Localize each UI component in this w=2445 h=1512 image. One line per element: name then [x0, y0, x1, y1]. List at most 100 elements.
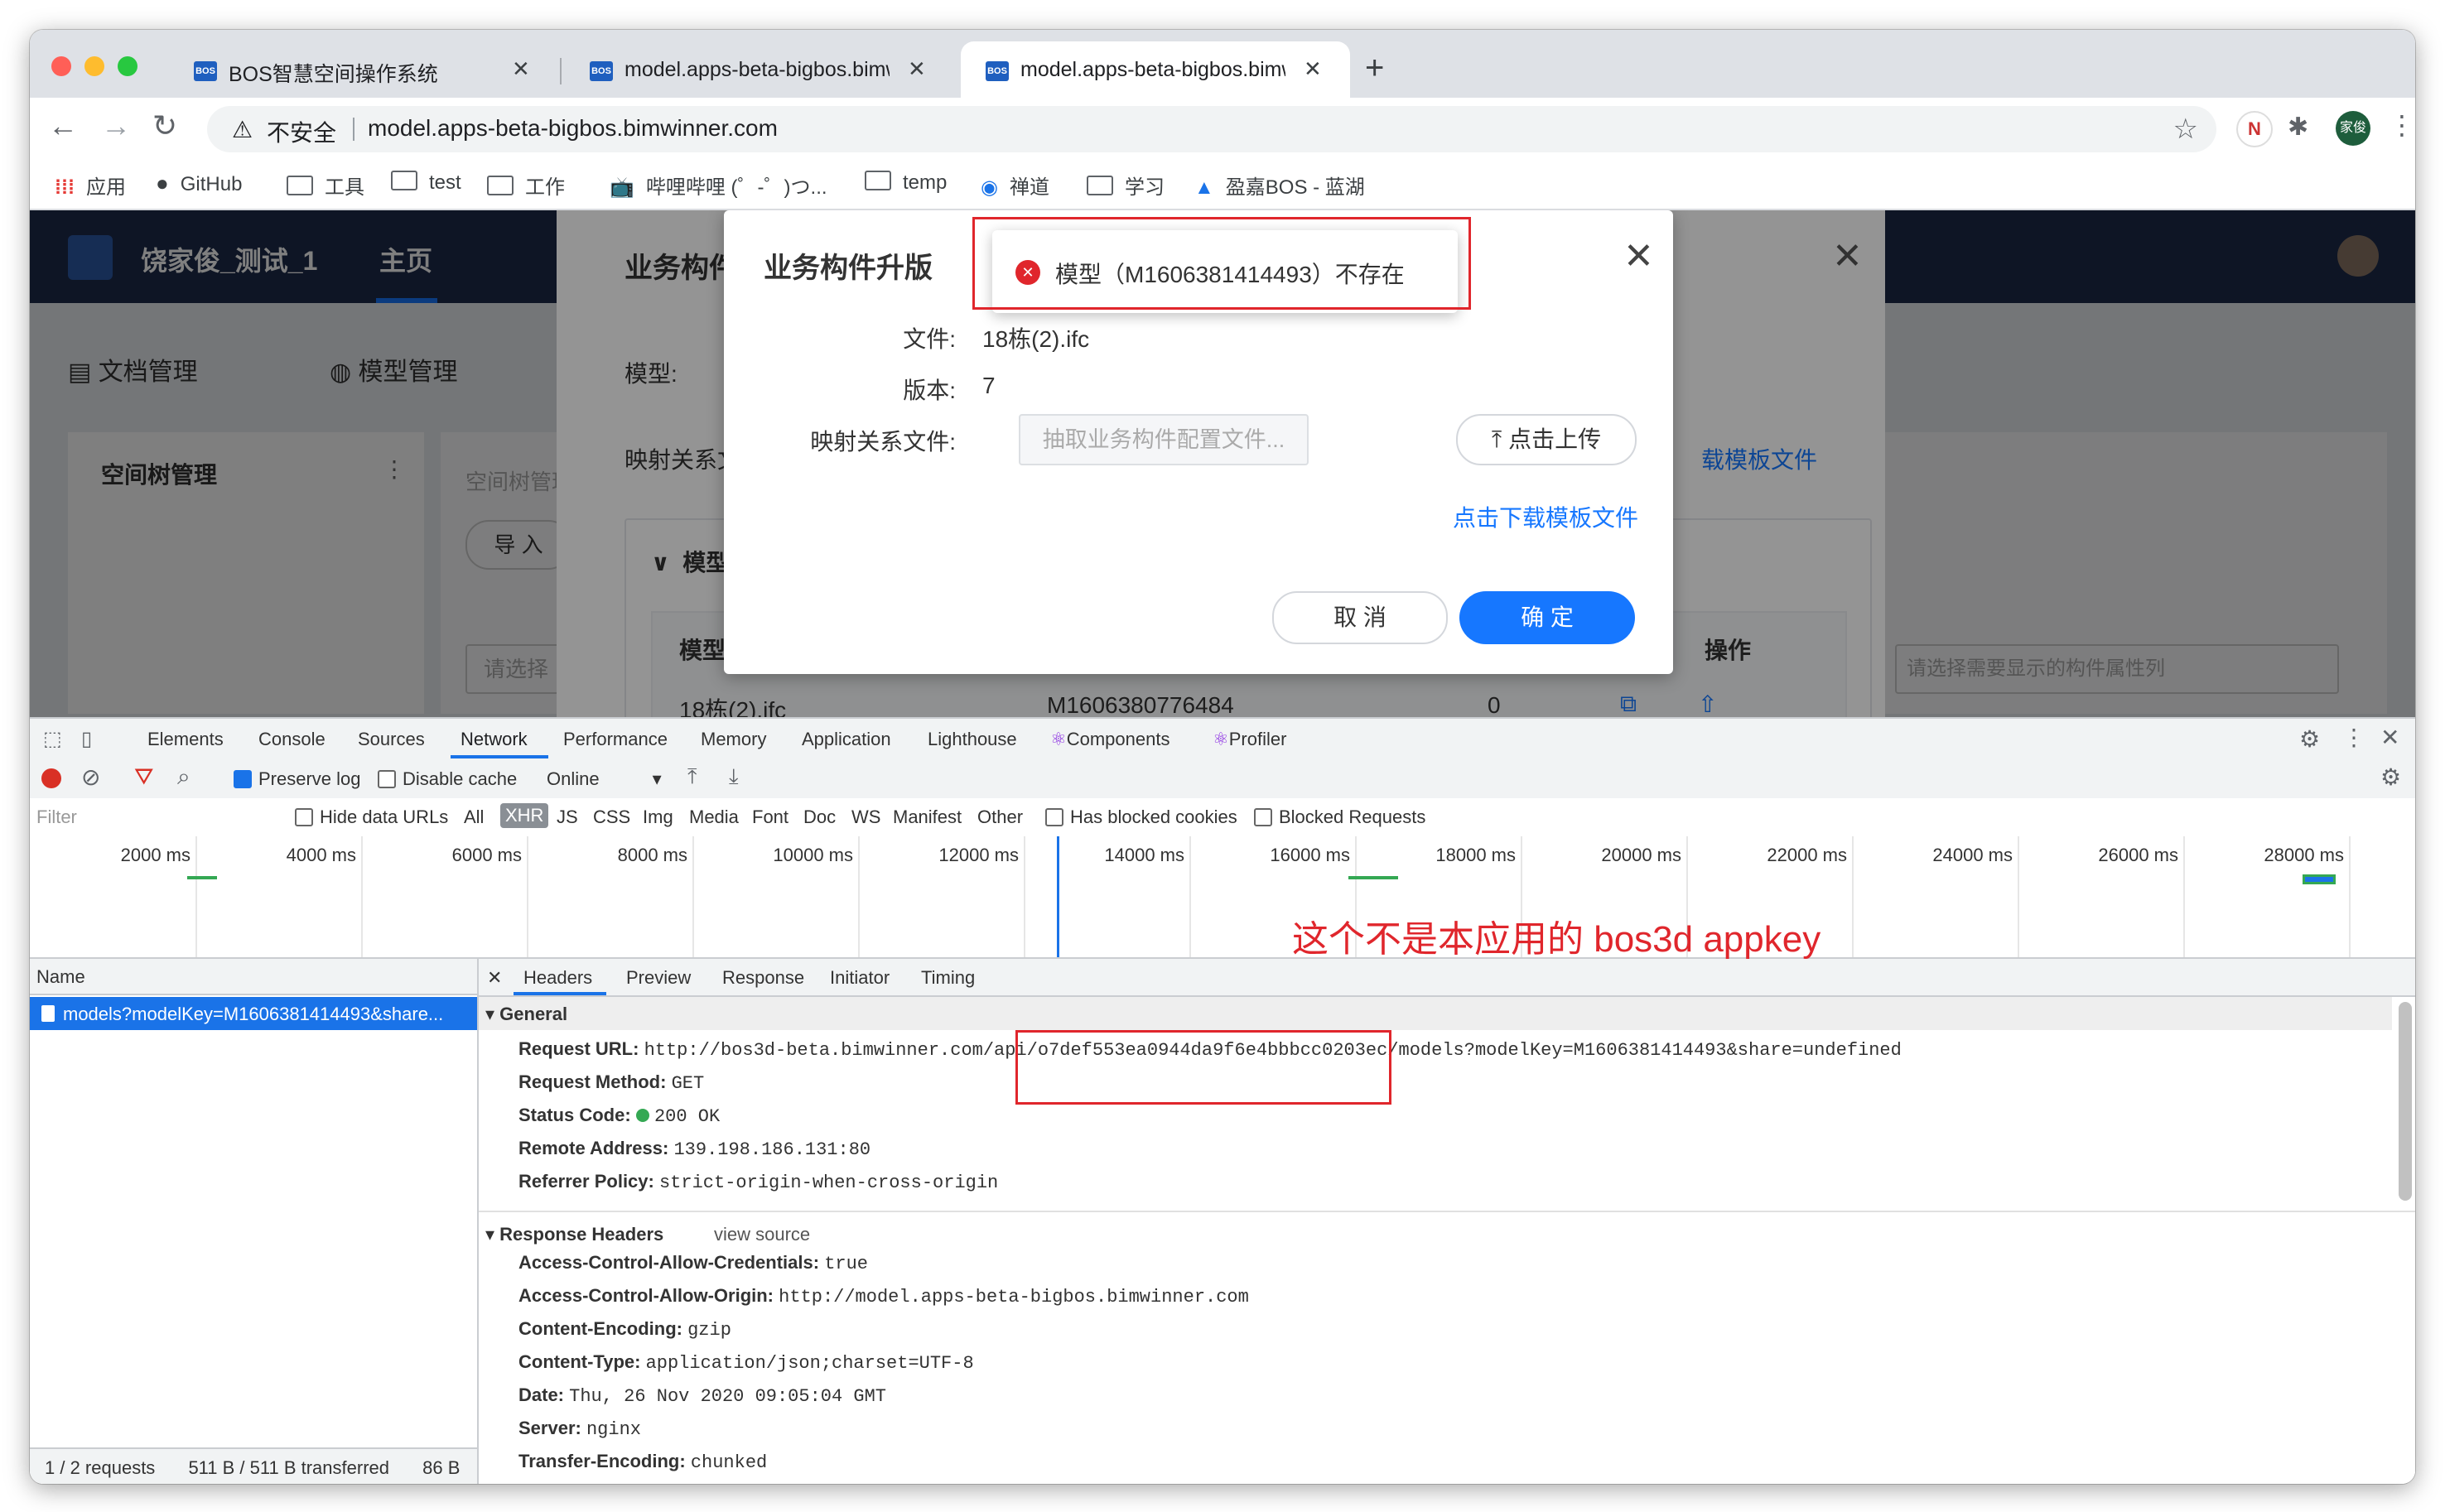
blocked-requests-checkbox[interactable]: Blocked Requests [1254, 807, 1425, 828]
disable-cache-checkbox[interactable]: Disable cache [378, 768, 517, 790]
devtools-tab-elements[interactable]: Elements [147, 729, 224, 750]
detail-tab-initiator[interactable]: Initiator [830, 967, 890, 989]
cancel-button[interactable]: 取 消 [1272, 591, 1448, 644]
name-column-header[interactable]: Name [30, 959, 477, 995]
reload-icon[interactable]: ↻ [152, 109, 177, 142]
close-tab-icon[interactable]: ✕ [908, 56, 926, 82]
bookmark-study[interactable]: 学习 [1087, 171, 1165, 200]
devtools-menu-icon[interactable]: ⋮ [2342, 724, 2365, 751]
bookmark-star-icon[interactable]: ☆ [2173, 113, 2198, 146]
extract-config-button[interactable]: 抽取业务构件配置文件... [1019, 414, 1309, 465]
type-filter-xhr[interactable]: XHR [500, 803, 549, 828]
devtools-tab-network[interactable]: Network [461, 729, 528, 750]
upgrade-dialog-close-icon[interactable]: ✕ [1623, 235, 1654, 277]
close-devtools-icon[interactable]: ✕ [2380, 724, 2399, 751]
bookmark-work[interactable]: 工作 [487, 171, 565, 200]
request-row-selected[interactable]: models?modelKey=M1606381414493&share... [30, 997, 477, 1030]
devtools-tab-memory[interactable]: Memory [701, 729, 766, 750]
minimize-window-button[interactable] [84, 56, 104, 76]
extension-n-icon[interactable]: N [2236, 111, 2273, 147]
blocked-cookies-checkbox[interactable]: Has blocked cookies [1045, 807, 1237, 828]
download-template-link[interactable]: 点击下载模板文件 [1453, 500, 1638, 533]
timeline-overview[interactable]: 2000 ms 4000 ms 6000 ms 8000 ms 10000 ms… [30, 836, 2415, 960]
bookmark-lanhu[interactable]: ▲ 盈嘉BOS - 蓝湖 [1194, 171, 1365, 200]
timeline-tick: 2000 ms [120, 845, 190, 865]
devtools-panel: ⬚ ▯ Elements Console Sources Network Per… [30, 717, 2415, 1484]
devtools-tab-components[interactable]: ⚛Components [1050, 729, 1169, 750]
network-toolbar: ⊘ ⛛ ⌕ Preserve log Disable cache Online ▾… [30, 758, 2415, 800]
filter-input[interactable]: Filter [36, 807, 277, 828]
browser-tab-active[interactable]: BOS model.apps-beta-bigbos.bimwinner.com… [961, 41, 1350, 98]
timeline-tick: 28000 ms [2264, 845, 2344, 865]
type-filter-font[interactable]: Font [752, 807, 788, 828]
xhr-file-icon [41, 1005, 55, 1022]
preserve-log-checkbox[interactable]: Preserve log [234, 768, 361, 790]
bookmark-bilibili[interactable]: 📺 哔哩哔哩 (゜-゜)つ... [610, 171, 827, 200]
devtools-tab-console[interactable]: Console [258, 729, 326, 750]
extensions-puzzle-icon[interactable]: ✱ [2288, 113, 2308, 149]
view-source-link[interactable]: view source [714, 1224, 810, 1245]
devtools-tab-profiler[interactable]: ⚛Profiler [1213, 729, 1286, 750]
type-filter-ws[interactable]: WS [851, 807, 880, 828]
export-har-icon[interactable]: ⤓ [729, 763, 739, 790]
url-text[interactable]: model.apps-beta-bigbos.bimwinner.com [368, 115, 778, 142]
browser-tab[interactable]: BOS BOS智慧空间操作系统 ✕ [169, 41, 558, 98]
import-har-icon[interactable]: ⤒ [687, 763, 697, 790]
device-toolbar-icon[interactable]: ▯ [81, 727, 92, 751]
type-filter-all[interactable]: All [464, 807, 484, 828]
type-filter-js[interactable]: JS [557, 807, 578, 828]
menu-kebab-icon[interactable]: ⋮ [2389, 109, 2415, 146]
network-settings-icon[interactable]: ⚙ [2380, 763, 2401, 791]
bookmark-github[interactable]: ● GitHub [156, 171, 242, 196]
bookmark-temp[interactable]: temp [865, 171, 947, 195]
detail-scrollbar[interactable] [2399, 1002, 2412, 1201]
folder-icon [391, 171, 417, 190]
browser-tab[interactable]: BOS model.apps-beta-bigbos.bimwinner.com… [565, 41, 954, 98]
address-bar[interactable]: ⚠ 不安全 model.apps-beta-bigbos.bimwinner.c… [207, 106, 2216, 152]
devtools-tab-application[interactable]: Application [802, 729, 891, 750]
maximize-window-button[interactable] [118, 56, 137, 76]
confirm-button[interactable]: 确 定 [1459, 591, 1635, 644]
type-filter-img[interactable]: Img [643, 807, 673, 828]
close-tab-icon[interactable]: ✕ [1304, 56, 1322, 82]
general-row: Remote Address: 139.198.186.131:80 [518, 1138, 871, 1160]
throttle-select[interactable]: Online ▾ [547, 768, 662, 790]
devtools-tab-sources[interactable]: Sources [358, 729, 425, 750]
settings-gear-icon[interactable]: ⚙ [2299, 725, 2320, 753]
new-tab-icon[interactable]: + [1365, 51, 1384, 84]
profile-avatar[interactable]: 家俊 [2336, 111, 2370, 146]
general-section-header[interactable]: ▾ General [479, 997, 2392, 1030]
filter-icon[interactable]: ⛛ [134, 763, 154, 791]
search-icon[interactable]: ⌕ [177, 763, 190, 791]
clear-icon[interactable]: ⊘ [81, 763, 100, 791]
detail-tab-headers[interactable]: Headers [523, 967, 592, 989]
back-icon[interactable]: ← [48, 109, 78, 142]
response-headers-section-header[interactable]: ▾ Response Headers view source [479, 1217, 2392, 1250]
devtools-tab-lighthouse[interactable]: Lighthouse [928, 729, 1017, 750]
type-filter-manifest[interactable]: Manifest [893, 807, 962, 828]
timeline-bar [1348, 876, 1398, 879]
close-detail-icon[interactable]: ✕ [487, 967, 502, 989]
type-filter-css[interactable]: CSS [593, 807, 630, 828]
type-filter-doc[interactable]: Doc [803, 807, 836, 828]
close-tab-icon[interactable]: ✕ [512, 56, 530, 82]
upload-button[interactable]: ⤒ 点击上传 [1456, 414, 1637, 465]
detail-tab-response[interactable]: Response [722, 967, 804, 989]
annotation-text: 这个不是本应用的 bos3d appkey [1292, 919, 1821, 960]
bookmark-tools[interactable]: 工具 [287, 171, 364, 200]
hide-data-urls-checkbox[interactable]: Hide data URLs [295, 807, 448, 828]
detail-tab-preview[interactable]: Preview [626, 967, 691, 989]
bookmark-apps[interactable]: ⁞⁞⁞ 应用 [55, 171, 126, 200]
apps-grid-icon: ⁞⁞⁞ [55, 176, 75, 199]
type-filter-other[interactable]: Other [977, 807, 1023, 828]
close-window-button[interactable] [51, 56, 71, 76]
type-filter-media[interactable]: Media [689, 807, 739, 828]
bookmark-test[interactable]: test [391, 171, 461, 195]
inspect-element-icon[interactable]: ⬚ [43, 727, 62, 751]
bookmark-chandao[interactable]: ◉ 禅道 [981, 171, 1049, 200]
record-icon[interactable] [41, 768, 61, 788]
detail-tab-timing[interactable]: Timing [921, 967, 975, 989]
devtools-tab-performance[interactable]: Performance [563, 729, 668, 750]
response-header-row: Content-Encoding: gzip [518, 1318, 731, 1341]
forward-icon[interactable]: → [101, 109, 131, 142]
